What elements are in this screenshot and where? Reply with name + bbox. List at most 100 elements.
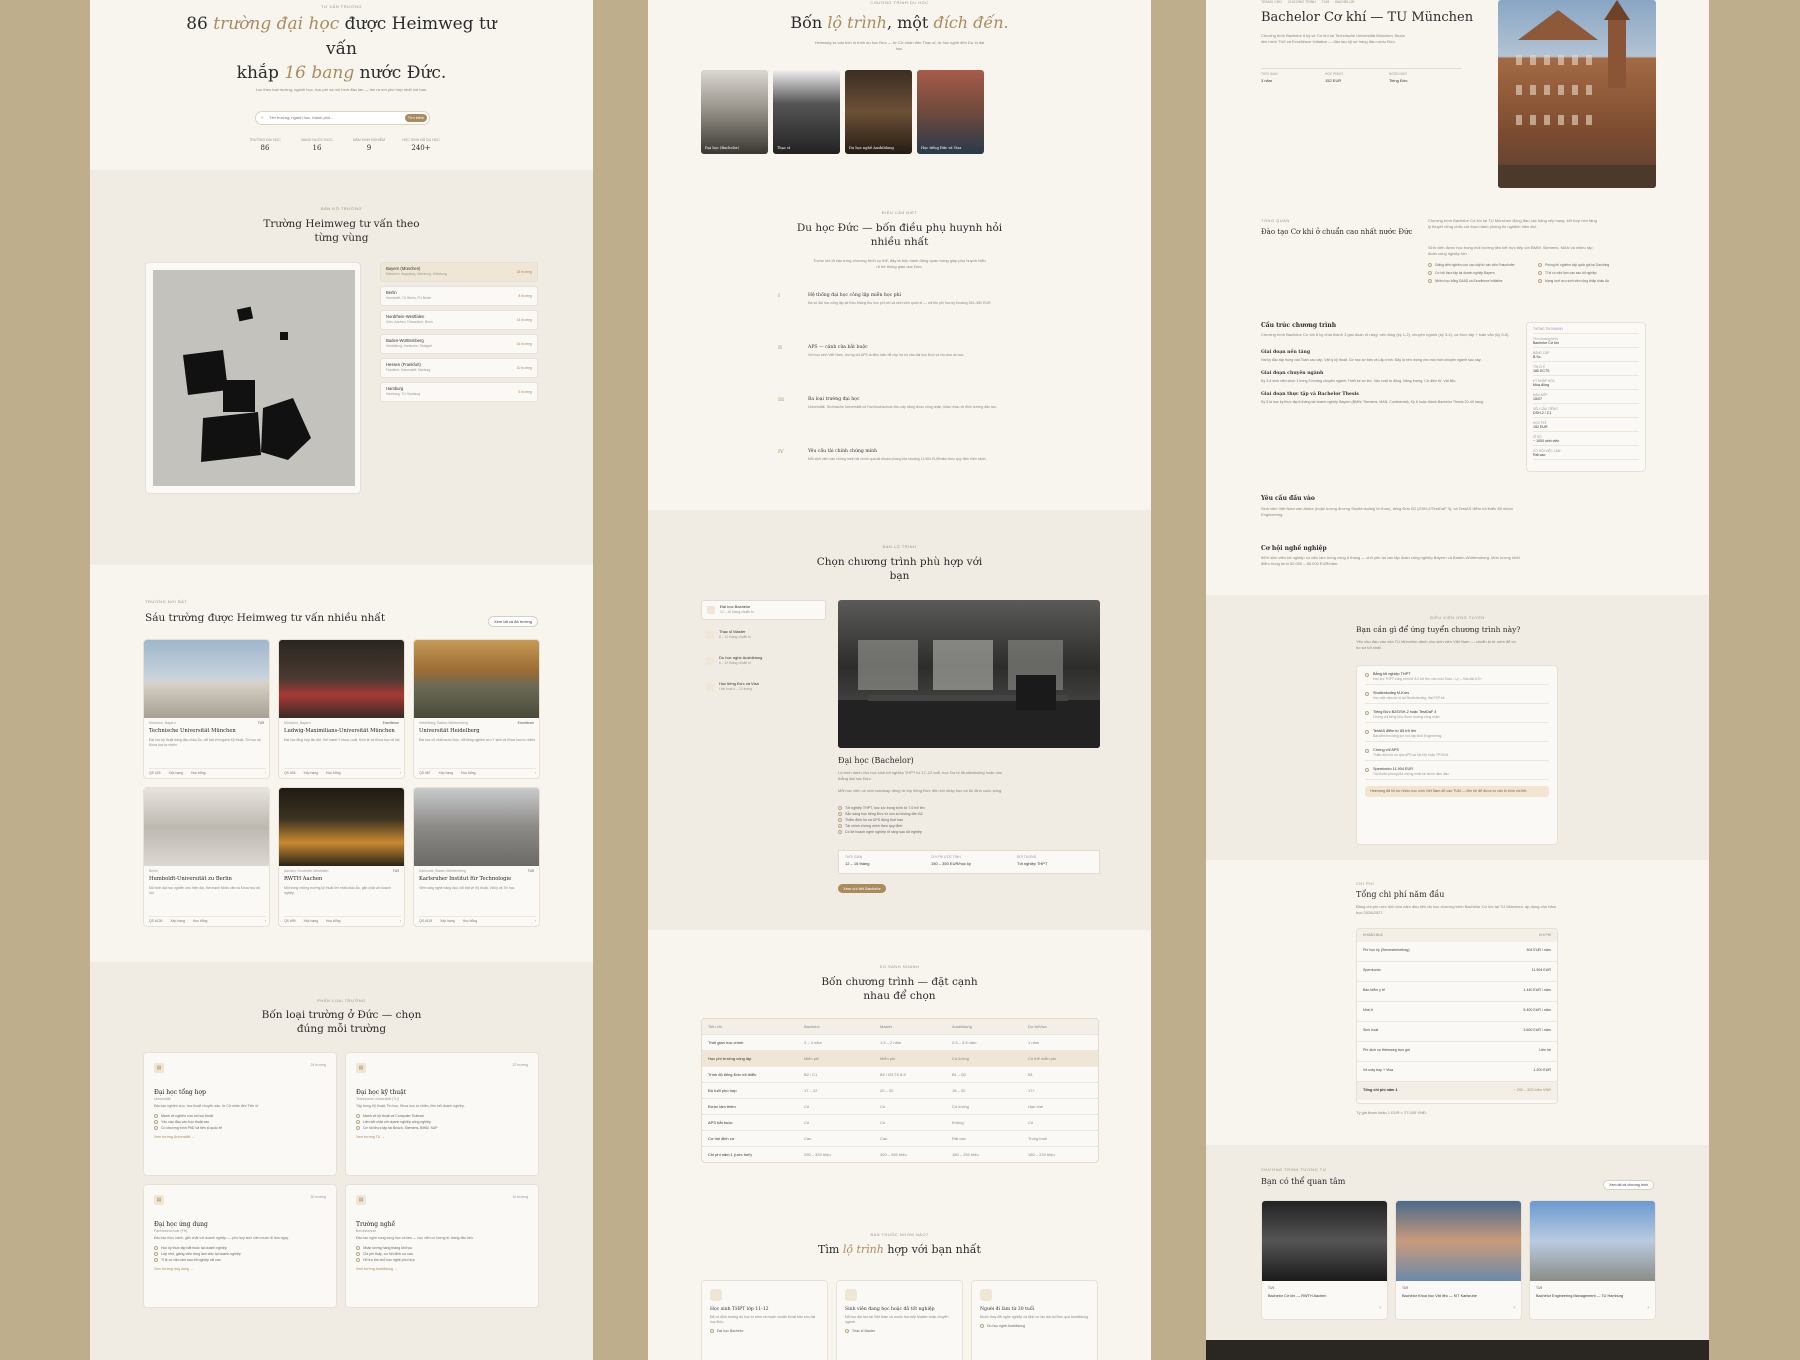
table-cell: 180 – 250 triệu — [952, 1152, 979, 1157]
map-region-hamburg[interactable] — [236, 306, 254, 322]
path-card[interactable]: Đại học (Bachelor) — [701, 70, 768, 154]
type-card[interactable]: ▤ 24 trường Đại học tổng hợp Universität Đào… — [143, 1052, 337, 1176]
school-tag: Excellence — [517, 721, 534, 725]
why-desc: Đa số đại học công lập tại Đức không thu… — [808, 301, 992, 305]
hero-title-text-2: khắp — [236, 63, 279, 84]
related-photo — [1396, 1201, 1521, 1281]
type-count: 22 trường — [512, 1063, 528, 1067]
type-card[interactable]: ▤ 10 trường Trường nghề Berufsschule Đào tạo… — [345, 1184, 539, 1308]
related-eyebrow: CHƯƠNG TRÌNH TƯƠNG TỰ — [1261, 1167, 1327, 1172]
why-title: Ba loại trường đại học — [808, 397, 860, 402]
program-tab[interactable]: Thạc sĩ Master 8 – 12 tháng chuẩn bị — [701, 626, 826, 646]
type-icon: ▤ — [154, 1063, 164, 1073]
quick-info-item: HỌC PHÍ 152 EUR — [1533, 421, 1639, 432]
type-link[interactable]: Xem trường TU → — [356, 1135, 528, 1139]
related-name: Bachelor Khoa học Vật liệu — KIT Karlsru… — [1402, 1294, 1477, 1298]
related-card[interactable]: TU9 Bachelor Engineering Management — TU … — [1529, 1200, 1656, 1320]
view-bachelor-button[interactable]: Xem chi tiết Bachelor — [838, 884, 886, 893]
fact-value: 152 EUR — [1325, 78, 1342, 83]
map-region-berlin[interactable] — [280, 332, 288, 340]
type-link[interactable]: Xem trường ứng dụng → — [154, 1267, 326, 1271]
detail-bullet: Thẩm định hồ sơ APS đúng thời hạn — [838, 818, 1038, 823]
overview-bullet: Cơ hội thực tập tại doanh nghiệp Bayern — [1428, 271, 1536, 276]
table-cell: Không — [952, 1120, 964, 1125]
map-region-bayern[interactable] — [261, 398, 311, 460]
type-card[interactable]: ▤ 30 trường Đại học ứng dụng Fachhochschule… — [143, 1184, 337, 1308]
region-item[interactable]: Nordrhein-Westfalen Köln, Aachen, Düsseld… — [380, 310, 538, 330]
table-cell: Độ tuổi phù hợp — [708, 1088, 737, 1093]
region-item[interactable]: Hessen (Frankfurt) Frankfurt, Darmstadt, … — [380, 358, 538, 378]
view-all-schools-button[interactable]: Xem tất cả 86 trường — [488, 616, 538, 627]
check-icon — [710, 1328, 714, 1333]
search-button[interactable]: Tìm kiếm — [405, 114, 427, 122]
school-card[interactable]: Aachen, Nordrhein-Westfalen TU9 RWTH Aache… — [278, 787, 405, 927]
path-card[interactable]: Học tiếng Đức và Visa — [917, 70, 984, 154]
path-cards: Đại học (Bachelor) Thạc sĩ Du học nghề Aus… — [701, 70, 991, 155]
breadcrumb-item[interactable]: BACHELOR — [1335, 0, 1354, 4]
table-cell: 22 – 30 — [880, 1088, 894, 1093]
overview-desc-2: Sinh viên được học trong môi trường liên… — [1428, 245, 1593, 256]
region-item[interactable]: Bayern (München) München, Augsburg, Nürnb… — [380, 262, 538, 282]
map-region-bw[interactable] — [201, 412, 261, 462]
school-card[interactable]: München, Bayern TU9 Technische Universität… — [143, 639, 270, 779]
program-tab[interactable]: Du học nghề Ausbildung 6 – 12 tháng chuẩn… — [701, 652, 826, 672]
table-cell: 290 – 320 triệu — [804, 1152, 831, 1157]
persona-card[interactable]: Học sinh THPT lớp 11-12 Đã có định hướng … — [701, 1280, 828, 1360]
region-item[interactable]: Baden-Württemberg Heidelberg, Karlsruhe, … — [380, 334, 538, 354]
stat-value: 9 — [366, 144, 372, 152]
view-all-programs-button[interactable]: Xem tất cả chương trình — [1603, 1180, 1654, 1190]
school-card[interactable]: München, Bayern Excellence Ludwig-Maximili… — [278, 639, 405, 779]
quick-info-value: Mùa đông — [1533, 383, 1549, 387]
region-item[interactable]: Hamburg Hamburg, TU Hamburg 5 trường — [380, 382, 538, 402]
why-desc: Universität, Technische Universität và F… — [808, 405, 997, 409]
school-meta-item: Xếp hạng — [303, 771, 319, 775]
map-region-hessen[interactable] — [223, 380, 255, 412]
career-desc: 96% sinh viên tốt nghiệp có việc làm tro… — [1261, 555, 1520, 566]
career-title: Cơ hội nghề nghiệp — [1261, 545, 1327, 552]
type-card[interactable]: ▤ 22 trường Đại học kỹ thuật Technische Uni… — [345, 1052, 539, 1176]
region-item[interactable]: Berlin Humboldt, TU Berlin, FU Berlin 8 tr… — [380, 286, 538, 306]
breadcrumb-item[interactable]: TRANG CHỦ — [1261, 0, 1282, 4]
detail-desc: Lộ trình dành cho học sinh tốt nghiệp TH… — [838, 770, 1002, 781]
related-card[interactable]: TU9 Bachelor Khoa học Vật liệu — KIT Karl… — [1395, 1200, 1522, 1320]
program-desc: Chương trình Bachelor 6 kỳ về Cơ khí tại… — [1261, 33, 1405, 44]
program-tab[interactable]: Đại học Bachelor 12 – 16 tháng chuẩn bị — [701, 600, 826, 620]
school-card[interactable]: Karlsruhe, Baden-Württemberg TU9 Karlsruhe… — [413, 787, 540, 927]
path-card[interactable]: Du học nghề Ausbildung — [845, 70, 912, 154]
table-cell: 3 – 4 năm — [804, 1040, 822, 1045]
requirements-desc: Sinh viên Việt Nam cần Abitur (hoặc tươn… — [1261, 506, 1513, 517]
persona-card[interactable]: Sinh viên đang học hoặc đã tốt nghiệp Đã … — [836, 1280, 963, 1360]
cost-amount: 5.400 EUR / năm — [1523, 1008, 1551, 1012]
cond-title: Bạn cần gì để ứng tuyển chương trình này… — [1356, 625, 1521, 634]
related-card[interactable]: TU9 Bachelor Cơ khí — RWTH Aachen › — [1261, 1200, 1388, 1320]
table-cell: 1 năm — [1028, 1040, 1040, 1045]
condition-title: Sperrkonto 11.904 EUR — [1373, 767, 1414, 771]
persona-card[interactable]: Người đi làm từ 30 tuổi Muốn thay đổi ngh… — [971, 1280, 1098, 1360]
type-link[interactable]: Xem trường Ausbildung → — [356, 1267, 528, 1271]
detail-bullets: Tốt nghiệp THPT, học lực trung bình từ 7… — [838, 806, 1038, 836]
school-desc: Một trong những trường kỹ thuật lớn nhất… — [284, 886, 391, 895]
type-sub: Berufsschule — [356, 1229, 377, 1233]
table-cell: 180 – 220 triệu — [1028, 1152, 1055, 1157]
tab-sub: 12 – 16 tháng chuẩn bị — [720, 610, 754, 614]
region-sub: München, Augsburg, Nürnberg, Würzburg — [386, 272, 448, 276]
breadcrumb-item[interactable]: CHƯƠNG TRÌNH — [1288, 0, 1316, 4]
map-region-nrw[interactable] — [183, 350, 228, 395]
breadcrumb-item[interactable]: TUM — [1322, 0, 1330, 4]
related-photo — [1262, 1201, 1387, 1281]
search-input[interactable] — [269, 115, 379, 120]
overview-bullet-text: Tỉ lệ có việc làm cao sau tốt nghiệp — [1545, 271, 1597, 275]
school-card[interactable]: Berlin Humboldt-Universität zu Berlin Mô h… — [143, 787, 270, 927]
school-tag: TU9 — [392, 869, 399, 873]
table-header-cell: Bachelor — [804, 1024, 820, 1029]
table-cell: Học phí trường công lập — [708, 1056, 752, 1061]
program-tab[interactable]: Học tiếng Đức và Visa Linh hoạt 4 – 12 th… — [701, 678, 826, 698]
compare-eyebrow: SO SÁNH NHANH — [879, 964, 920, 969]
table-row: Thời gian học chính 3 – 4 năm 1.5 – 2 năm 2… — [702, 1035, 1098, 1051]
path-card[interactable]: Thạc sĩ — [773, 70, 840, 154]
type-link[interactable]: Xem trường Universität → — [154, 1135, 326, 1139]
compare-table: Tiêu chí Bachelor Master Ausbildung Dự bị/Vi… — [701, 1018, 1099, 1163]
school-name: Universität Heidelberg — [419, 728, 480, 734]
school-card[interactable]: Heidelberg, Baden-Württemberg Excellence U… — [413, 639, 540, 779]
persona-icon — [980, 1289, 992, 1301]
